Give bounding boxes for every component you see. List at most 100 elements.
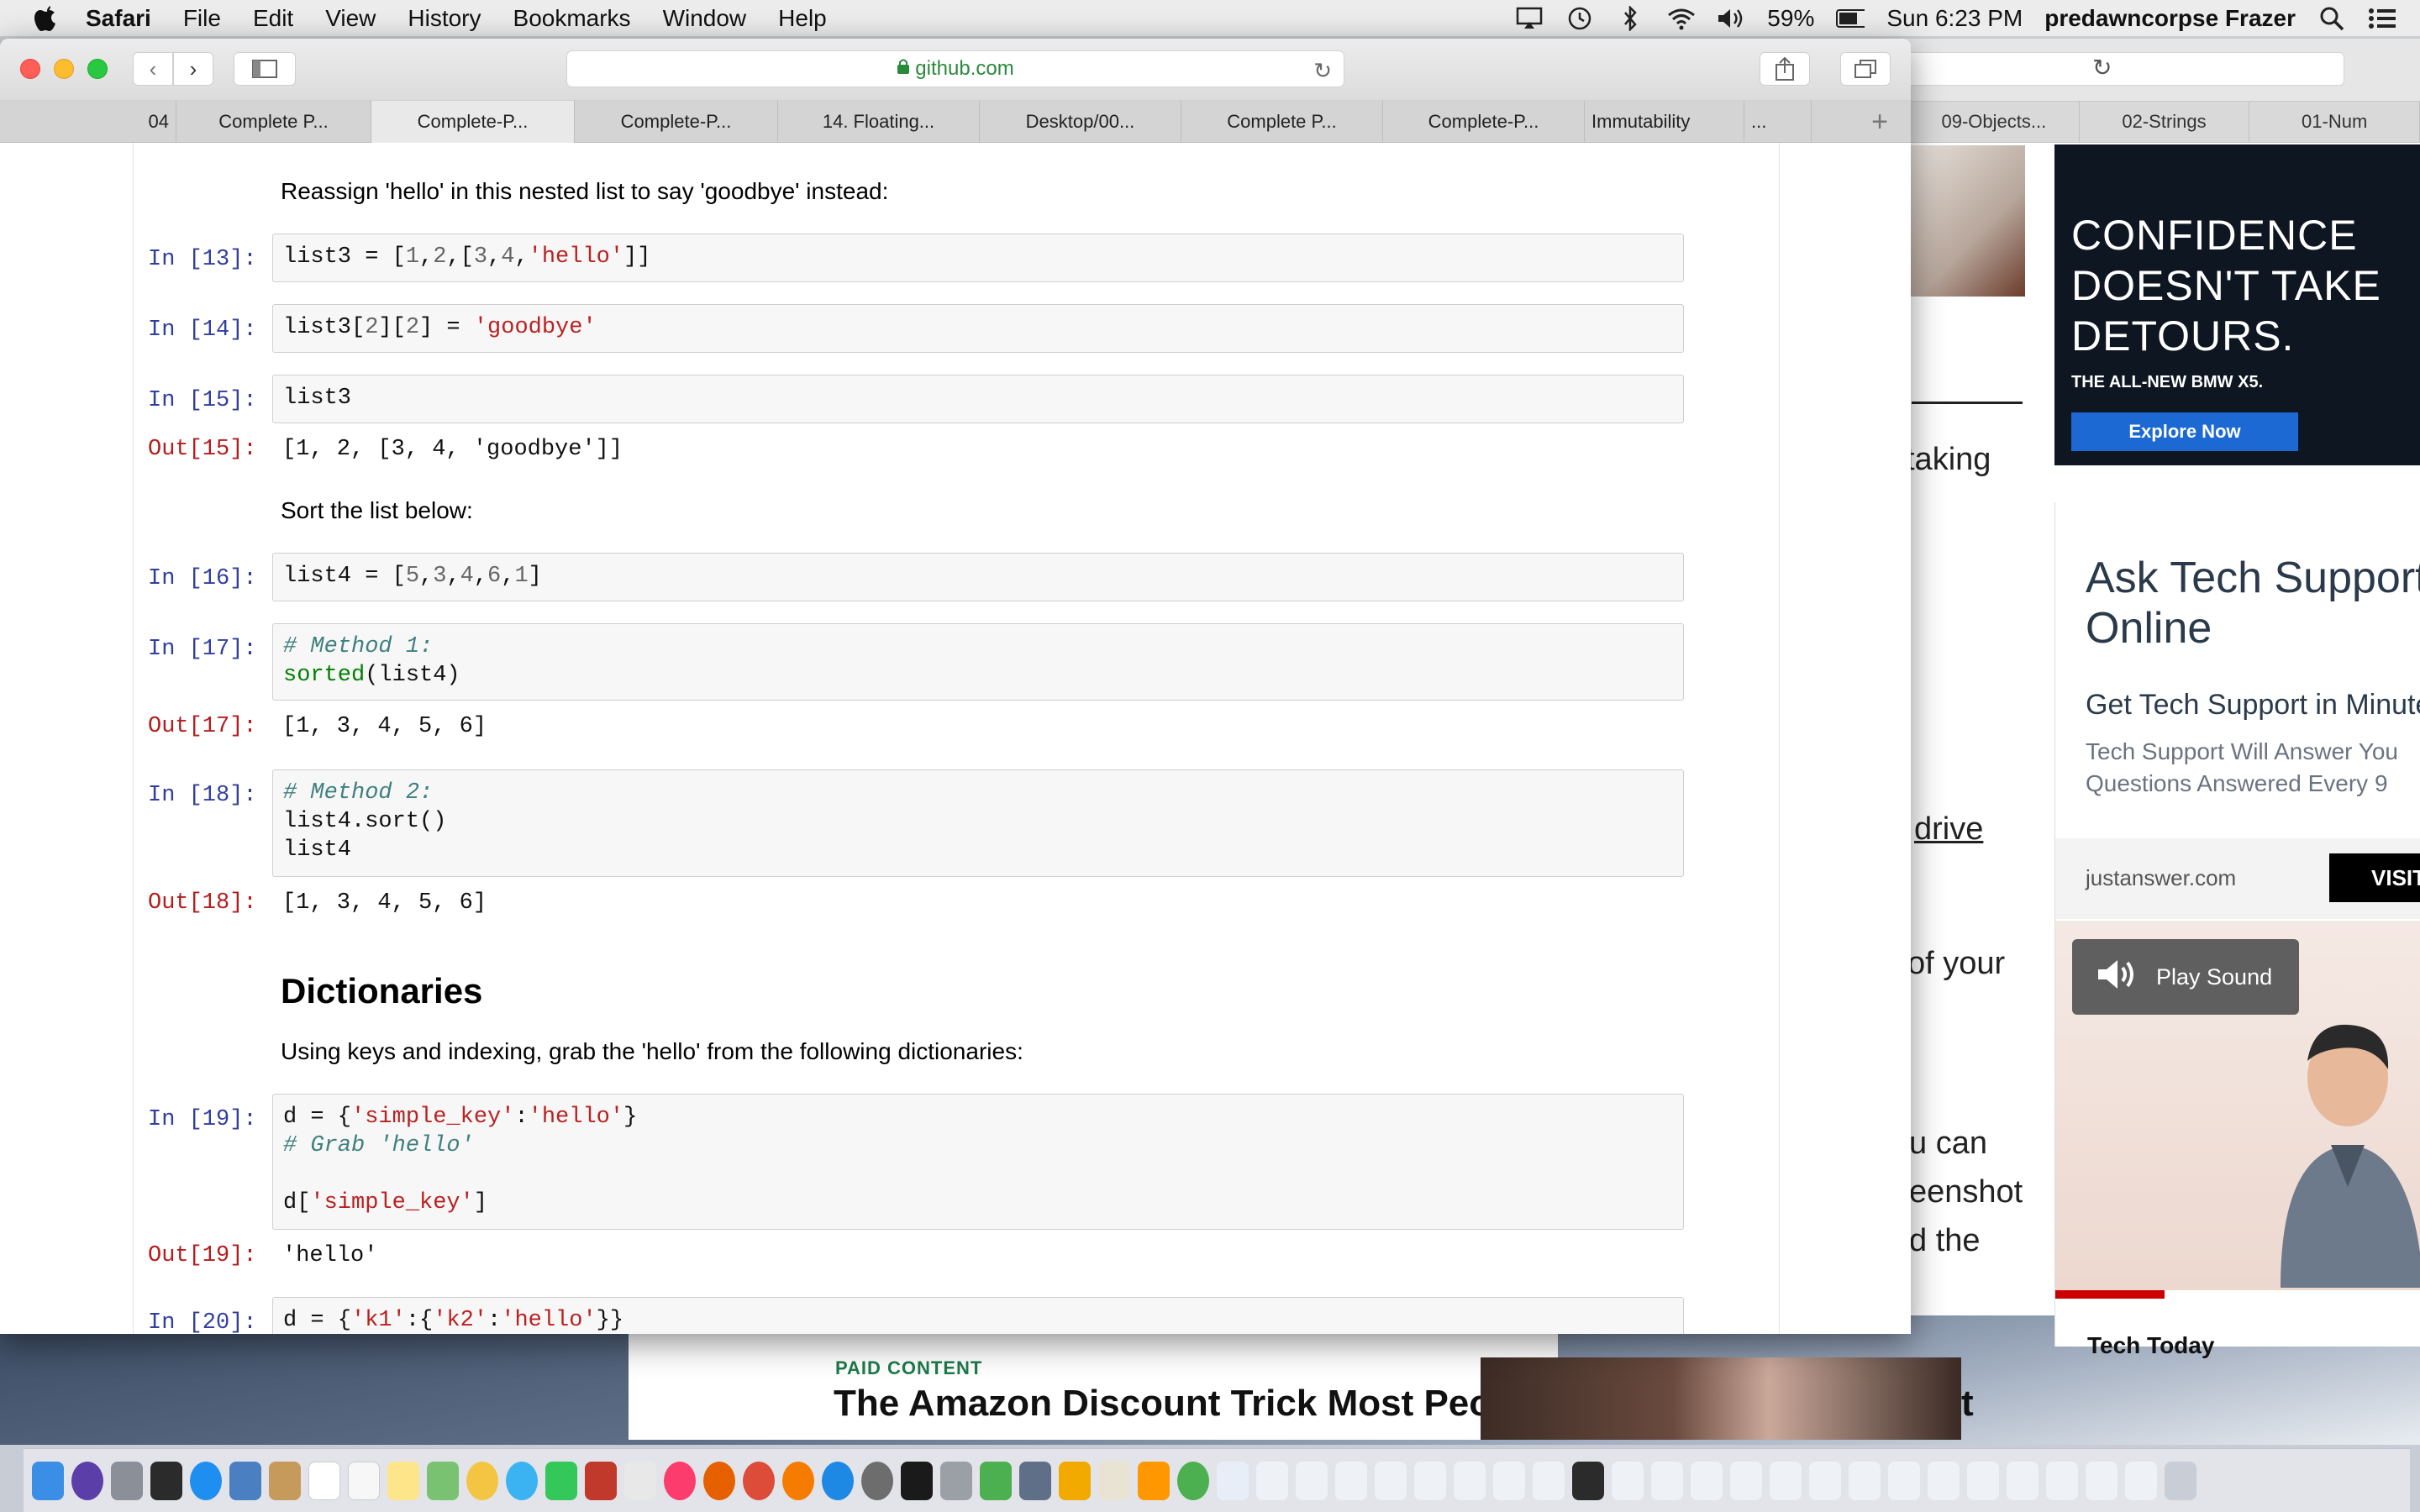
tab[interactable]: Complete P...	[176, 101, 371, 143]
document-icon[interactable]	[1849, 1461, 1881, 1500]
reload-icon[interactable]: ↻	[1313, 58, 1332, 84]
books-icon[interactable]	[782, 1461, 814, 1500]
contacts-icon[interactable]	[624, 1461, 656, 1500]
document-icon[interactable]	[1375, 1461, 1407, 1500]
document-icon[interactable]	[1296, 1461, 1328, 1500]
share-button[interactable]	[1760, 52, 1810, 86]
document-icon[interactable]	[1572, 1461, 1604, 1500]
bluetooth-icon[interactable]	[1616, 4, 1644, 33]
tab[interactable]: Complete P...	[1181, 101, 1383, 143]
bmw-ad[interactable]: CONFIDENCE DOESN'T TAKE DETOURS. THE ALL…	[2054, 144, 2420, 465]
background-reload-icon[interactable]: ↻	[2092, 54, 2112, 81]
code-cell[interactable]: list4 = [5,3,4,6,1]	[272, 553, 1684, 601]
menu-user[interactable]: predawncorpse Frazer	[2044, 5, 2296, 32]
tech-support-ad[interactable]: Ask Tech Support Online Get Tech Support…	[2054, 502, 2420, 1358]
spotlight-search-icon[interactable]	[2317, 4, 2346, 33]
time-machine-icon[interactable]	[1565, 4, 1594, 33]
menu-file[interactable]: File	[183, 5, 221, 32]
sidebar-toggle-button[interactable]	[234, 52, 296, 86]
trash-icon[interactable]	[2165, 1461, 2196, 1500]
code-cell[interactable]: d = {'simple_key':'hello'} # Grab 'hello…	[272, 1094, 1684, 1230]
reminders-icon[interactable]	[348, 1461, 380, 1500]
paid-content-image[interactable]	[1481, 1357, 1961, 1440]
document-icon[interactable]	[2125, 1461, 2157, 1500]
document-icon[interactable]	[2086, 1461, 2118, 1500]
close-window-button[interactable]	[20, 59, 40, 79]
chrome-icon[interactable]	[743, 1461, 775, 1500]
tab[interactable]: Complete-P...	[575, 101, 778, 143]
document-icon[interactable]	[1809, 1461, 1841, 1500]
tab[interactable]: Immutability	[1585, 101, 1744, 143]
background-tab[interactable]: 02-Strings	[2080, 102, 2250, 142]
preview-icon[interactable]	[229, 1461, 261, 1500]
notes-icon[interactable]	[269, 1461, 301, 1500]
document-icon[interactable]	[1533, 1461, 1565, 1500]
document-icon[interactable]	[1335, 1461, 1367, 1500]
document-icon[interactable]	[1691, 1461, 1723, 1500]
new-tab-icon[interactable]: +	[1849, 106, 1911, 138]
launchpad-icon[interactable]	[111, 1461, 143, 1500]
document-icon[interactable]	[2007, 1461, 2039, 1500]
menu-view[interactable]: View	[325, 5, 376, 32]
paid-content-ad[interactable]: PAID CONTENT The Amazon Discount Trick M…	[629, 1334, 1974, 1440]
tab[interactable]: Complete-P...	[1383, 101, 1585, 143]
siri-icon[interactable]	[71, 1461, 103, 1500]
tab-active[interactable]: Complete-P...	[371, 101, 575, 143]
document-icon[interactable]	[1414, 1461, 1446, 1500]
menu-window[interactable]: Window	[663, 5, 747, 32]
mission-control-icon[interactable]	[150, 1461, 182, 1500]
document-icon[interactable]	[2046, 1461, 2078, 1500]
document-icon[interactable]	[1454, 1461, 1486, 1500]
script-editor-icon[interactable]	[940, 1461, 972, 1500]
back-button[interactable]: ‹	[133, 52, 173, 86]
tab[interactable]: 04	[0, 101, 176, 143]
system-preferences-icon[interactable]	[861, 1461, 893, 1500]
document-icon[interactable]	[1493, 1461, 1525, 1500]
code-cell[interactable]: list3 = [1,2,[3,4,'hello']]	[272, 234, 1684, 282]
zoom-window-button[interactable]	[87, 59, 108, 79]
itunes-icon[interactable]	[664, 1461, 696, 1500]
tab[interactable]: 14. Floating...	[778, 101, 980, 143]
document-icon[interactable]	[1612, 1461, 1644, 1500]
utility-icon[interactable]	[1019, 1461, 1051, 1500]
stickies-icon[interactable]	[387, 1461, 419, 1500]
photos-icon[interactable]	[466, 1461, 498, 1500]
battery-icon[interactable]	[1836, 4, 1865, 33]
firefox-icon[interactable]	[703, 1461, 735, 1500]
code-cell[interactable]: list3	[272, 375, 1684, 423]
facetime-icon[interactable]	[545, 1461, 577, 1500]
code-cell[interactable]: # Method 2: list4.sort() list4	[272, 769, 1684, 877]
anaconda-icon[interactable]	[1059, 1461, 1091, 1500]
textedit-icon[interactable]	[1098, 1461, 1130, 1500]
code-cell[interactable]: # Method 1: sorted(list4)	[272, 623, 1684, 701]
document-icon[interactable]	[1928, 1461, 1960, 1500]
wifi-icon[interactable]	[1666, 4, 1696, 33]
calendar-icon[interactable]	[308, 1461, 340, 1500]
article-link[interactable]: drive	[1914, 811, 1983, 848]
menu-help[interactable]: Help	[778, 5, 827, 32]
document-icon[interactable]	[1888, 1461, 1920, 1500]
menu-clock[interactable]: Sun 6:23 PM	[1886, 5, 2023, 32]
safari-icon[interactable]	[190, 1461, 222, 1500]
photo-booth-icon[interactable]	[585, 1461, 617, 1500]
tab[interactable]: Desktop/00...	[980, 101, 1181, 143]
background-tab[interactable]: 01-Num	[2249, 102, 2420, 142]
minimize-window-button[interactable]	[54, 59, 74, 79]
apple-icon[interactable]	[34, 3, 64, 34]
document-icon[interactable]	[1651, 1461, 1683, 1500]
notification-center-icon[interactable]	[2368, 4, 2396, 33]
menu-history[interactable]: History	[408, 5, 481, 32]
document-icon[interactable]	[1256, 1461, 1288, 1500]
document-icon[interactable]	[1770, 1461, 1802, 1500]
background-tab[interactable]: 09-Objects...	[1909, 102, 2080, 142]
volume-icon[interactable]	[1717, 4, 1745, 33]
play-sound-button[interactable]: Play Sound	[2072, 939, 2299, 1015]
numbers-icon[interactable]	[980, 1461, 1012, 1500]
forward-button[interactable]: ›	[173, 52, 213, 86]
menu-edit[interactable]: Edit	[253, 5, 293, 32]
document-icon[interactable]	[1967, 1461, 1999, 1500]
tab-overview-button[interactable]	[1840, 52, 1891, 86]
airplay-icon[interactable]	[1515, 4, 1544, 33]
tab-overflow[interactable]: ...	[1744, 101, 1812, 143]
app-store-icon[interactable]	[822, 1461, 854, 1500]
